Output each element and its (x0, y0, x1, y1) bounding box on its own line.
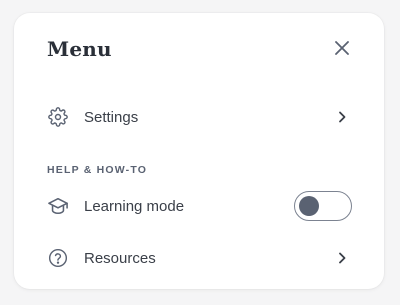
learning-mode-toggle[interactable] (294, 191, 352, 221)
menu-item-resources[interactable]: Resources (14, 238, 384, 278)
section-header-help: HELP & HOW-TO (47, 164, 148, 176)
menu-panel: Menu Settings HELP & HOW-TO Learning mod… (14, 13, 384, 289)
settings-label: Settings (84, 108, 139, 126)
question-circle-icon (47, 247, 69, 269)
learning-mode-label: Learning mode (84, 197, 185, 215)
graduation-cap-icon (47, 195, 69, 217)
gear-icon (47, 106, 69, 128)
toggle-knob (299, 195, 319, 216)
menu-item-settings[interactable]: Settings (14, 97, 384, 137)
chevron-right-icon (335, 110, 349, 124)
resources-label: Resources (84, 249, 156, 267)
chevron-right-icon (335, 251, 349, 265)
close-icon (335, 41, 349, 55)
menu-title: Menu (47, 37, 112, 61)
close-button[interactable] (330, 36, 354, 60)
